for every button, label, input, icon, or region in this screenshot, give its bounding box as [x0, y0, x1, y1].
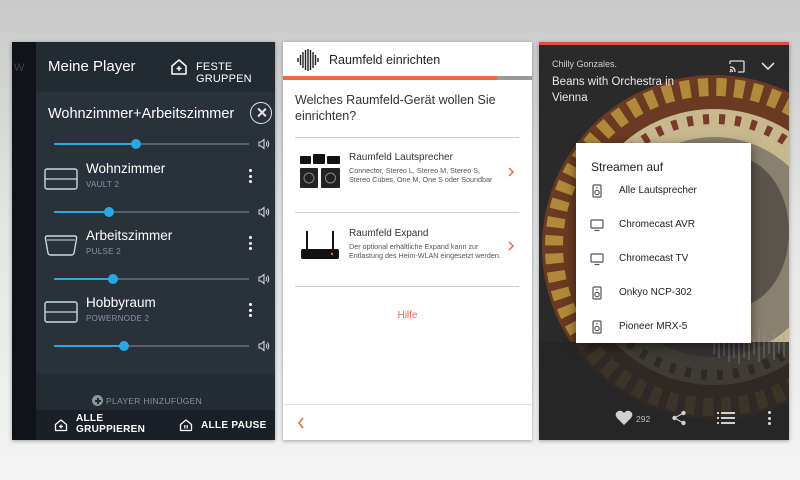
accent-bar — [539, 42, 789, 45]
like-count: 292 — [636, 414, 651, 424]
room-volume-slider[interactable] — [54, 206, 249, 218]
dialog-title: Streamen auf — [591, 160, 664, 174]
divider — [295, 137, 519, 138]
group-all-button[interactable]: ALLE GRUPPIEREN — [76, 413, 145, 435]
stream-target-label: Chromecast TV — [619, 253, 689, 264]
back-chevron-icon[interactable] — [297, 417, 305, 429]
progress-fill — [283, 76, 498, 80]
more-options-icon[interactable] — [248, 236, 252, 250]
more-options-icon[interactable] — [248, 303, 252, 317]
player-group: Wohnzimmer+Arbeitszimmer Wohnzimmer VAUL… — [36, 92, 275, 374]
group-volume-slider[interactable] — [54, 138, 249, 150]
background-edge: W — [12, 42, 36, 440]
chevron-right-icon[interactable] — [507, 241, 515, 251]
slider-fill — [54, 345, 125, 347]
help-link[interactable]: Hilfe — [283, 310, 532, 321]
room-volume-slider[interactable] — [54, 273, 249, 285]
box-speaker-icon — [44, 168, 78, 190]
slider-fill — [54, 143, 136, 145]
home-pause-icon[interactable] — [179, 418, 193, 432]
divider — [295, 286, 519, 287]
group-name: Wohnzimmer+Arbeitszimmer — [48, 106, 235, 122]
bottom-bar: ALLE GRUPPIEREN ALLE PAUSE — [36, 410, 275, 440]
chevron-right-icon[interactable] — [507, 167, 515, 177]
expand-router-icon — [301, 231, 339, 259]
slider-knob[interactable] — [103, 207, 114, 217]
more-options-icon[interactable] — [248, 169, 252, 183]
more-options-icon[interactable] — [767, 411, 771, 425]
pause-all-button[interactable]: ALLE PAUSE — [201, 420, 267, 431]
speaker-devices-icon — [300, 154, 340, 188]
slider-knob[interactable] — [107, 274, 118, 284]
room-model: POWERNODE 2 — [86, 314, 150, 323]
room-name: Arbeitszimmer — [86, 228, 173, 243]
track-title: Beans with Orchestra in Vienna — [552, 76, 675, 104]
queue-list-icon[interactable] — [717, 411, 735, 425]
home-plus-icon[interactable] — [170, 58, 188, 76]
stream-target-label: Chromecast AVR — [619, 219, 695, 230]
heart-icon[interactable] — [615, 410, 633, 426]
stream-target-label: Pioneer MRX-5 — [619, 321, 688, 332]
close-group-button[interactable] — [250, 102, 272, 124]
room-model: VAULT 2 — [86, 180, 120, 189]
add-player-button[interactable]: PLAYER HINZUFÜGEN — [106, 396, 202, 406]
player-panel: Meine Player FESTE GRUPPEN Wohnzimmer+Ar… — [36, 42, 275, 440]
slider-fill — [54, 278, 113, 280]
player-header: Meine Player FESTE GRUPPEN — [36, 42, 275, 92]
tv-icon — [590, 219, 604, 232]
fixed-groups-button[interactable]: FESTE GRUPPEN — [196, 61, 275, 85]
setup-question: Welches Raumfeld-Gerät wollen Sie einric… — [295, 93, 496, 123]
chevron-down-icon[interactable] — [761, 61, 775, 71]
slider-fill — [54, 211, 109, 213]
add-icon[interactable] — [92, 395, 103, 406]
edge-text: W — [14, 62, 25, 74]
divider — [295, 212, 519, 213]
page-title: Meine Player — [48, 58, 136, 75]
stream-target-label: Alle Lautsprecher — [619, 185, 697, 196]
cast-icon[interactable] — [729, 60, 745, 73]
volume-icon[interactable] — [258, 138, 270, 150]
artist-name: Chilly Gonzales. — [552, 59, 618, 69]
stream-target-label: Onkyo NCP-302 — [619, 287, 692, 298]
group-all-label-line1: ALLE — [76, 413, 104, 424]
option-description: Connector, Stereo L, Stereo M, Stereo S,… — [349, 166, 493, 184]
setup-progress-bar — [283, 76, 532, 80]
now-playing-screen: Chilly Gonzales. Beans with Orchestra in… — [539, 42, 789, 440]
setup-footer — [283, 404, 532, 440]
option-title: Raumfeld Lautsprecher — [349, 152, 453, 163]
raumfeld-logo-icon — [297, 49, 319, 71]
setup-screen: Raumfeld einrichten Welches Raumfeld-Ger… — [283, 42, 532, 440]
option-description: Der optional erhältliche Expand kann zur… — [349, 242, 501, 260]
speaker-icon — [592, 286, 602, 300]
page-title: Raumfeld einrichten — [329, 53, 441, 67]
room-name: Wohnzimmer — [86, 161, 166, 176]
share-icon[interactable] — [671, 410, 687, 426]
slider-knob[interactable] — [119, 341, 130, 351]
room-volume-slider[interactable] — [54, 340, 249, 352]
stream-to-dialog: Streamen auf Alle Lautsprecher Chromecas… — [576, 143, 751, 343]
room-name: Hobbyraum — [86, 295, 156, 310]
setup-header: Raumfeld einrichten — [283, 42, 532, 78]
option-title: Raumfeld Expand — [349, 228, 429, 239]
tv-icon — [590, 253, 604, 266]
playback-controls: 292 — [539, 404, 789, 434]
speaker-icon — [592, 320, 602, 334]
box-speaker-icon — [44, 301, 78, 323]
home-plus-icon[interactable] — [54, 418, 68, 432]
player-screen: W Meine Player FESTE GRUPPEN Wohnzimmer+… — [12, 42, 275, 440]
volume-icon[interactable] — [258, 340, 270, 352]
volume-icon[interactable] — [258, 206, 270, 218]
pulse-speaker-icon — [44, 235, 78, 256]
speaker-icon — [592, 184, 602, 198]
room-model: PULSE 2 — [86, 247, 122, 256]
group-all-label-line2: GRUPPIEREN — [76, 424, 146, 435]
volume-icon[interactable] — [258, 273, 270, 285]
slider-knob[interactable] — [130, 139, 141, 149]
